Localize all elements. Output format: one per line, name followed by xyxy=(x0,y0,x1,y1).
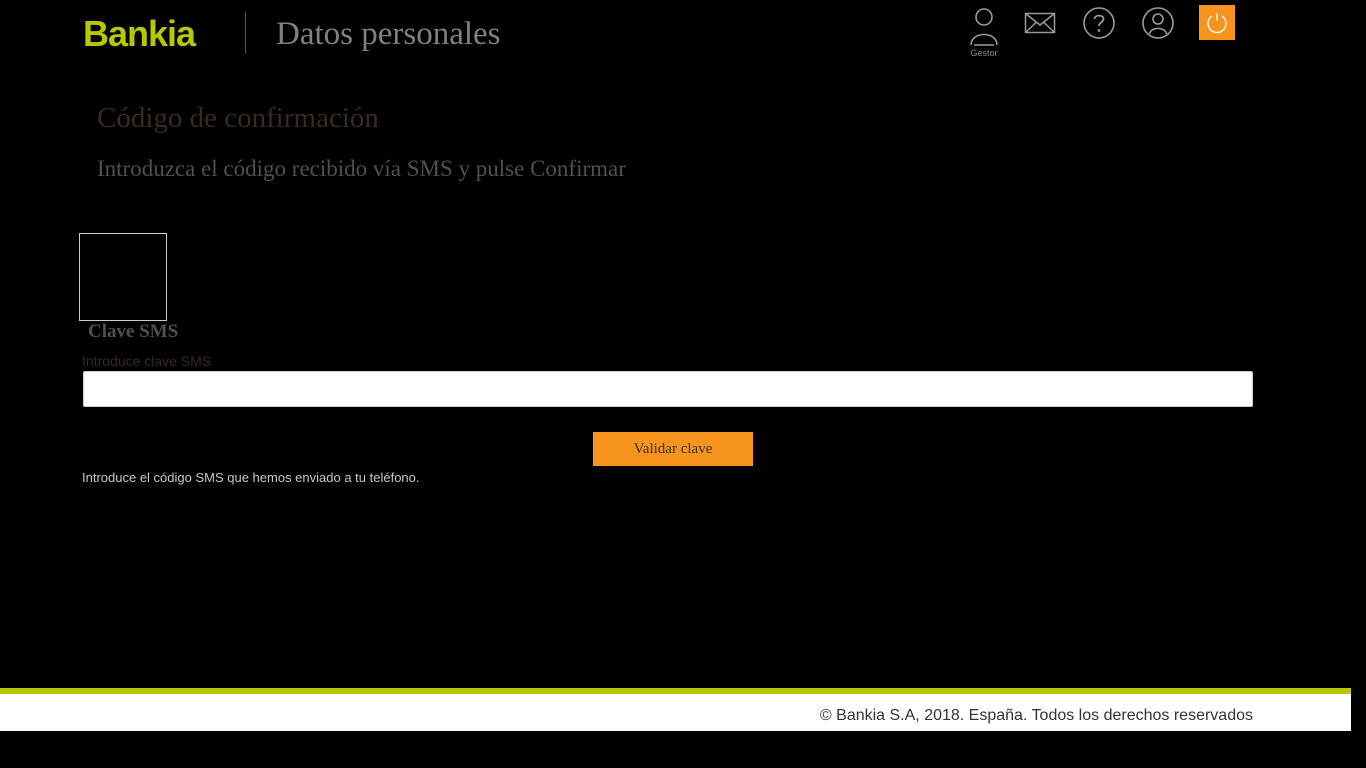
sms-image-placeholder xyxy=(79,233,167,321)
help-text: Introduce el código SMS que hemos enviad… xyxy=(82,470,420,485)
user-manager-icon xyxy=(970,8,998,46)
field-title: Clave SMS xyxy=(88,321,179,342)
profile-button[interactable] xyxy=(1141,6,1175,40)
envelope-icon xyxy=(1024,12,1056,34)
footer: © Bankia S.A, 2018. España. Todos los de… xyxy=(0,694,1351,731)
section-title: Código de confirmación xyxy=(97,102,379,134)
bankia-logo-mark: Bankia xyxy=(83,13,198,54)
gestor-label: Gestor xyxy=(970,48,998,58)
mail-button[interactable] xyxy=(1024,10,1056,36)
bankia-logo[interactable]: Bankia xyxy=(83,13,213,61)
validate-button[interactable]: Validar clave xyxy=(593,432,753,466)
svg-text:Bankia: Bankia xyxy=(83,13,197,53)
help-button[interactable] xyxy=(1082,6,1116,40)
page-title: Datos personales xyxy=(276,16,501,52)
user-circle-icon xyxy=(1142,7,1174,39)
question-circle-icon xyxy=(1083,7,1115,39)
sms-field-label: Introduce clave SMS xyxy=(82,353,212,369)
logout-button[interactable] xyxy=(1199,5,1235,40)
gestor-button[interactable]: Gestor xyxy=(962,5,1006,61)
power-icon xyxy=(1207,13,1227,34)
header-divider xyxy=(245,12,246,54)
section-subtitle: Introduzca el código recibido vía SMS y … xyxy=(97,156,626,181)
sms-code-input[interactable] xyxy=(83,371,1253,407)
copyright-text: © Bankia S.A, 2018. España. Todos los de… xyxy=(819,707,1253,724)
